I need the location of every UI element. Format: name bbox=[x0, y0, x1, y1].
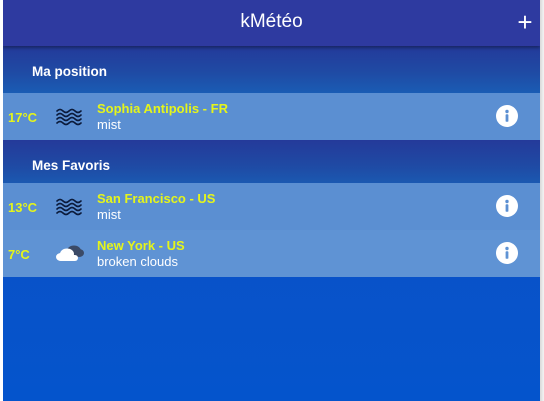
section-title: Ma position bbox=[32, 64, 107, 79]
city-name: New York - US bbox=[97, 238, 185, 253]
plus-icon: + bbox=[517, 7, 533, 37]
weather-description: mist bbox=[97, 117, 121, 132]
info-button[interactable] bbox=[496, 242, 518, 264]
location-row-current[interactable]: 17°C Sophia Antipolis - FR mist bbox=[3, 93, 540, 140]
mist-icon bbox=[54, 106, 86, 126]
add-location-button[interactable]: + bbox=[514, 9, 536, 35]
section-title: Mes Favoris bbox=[32, 158, 111, 173]
city-name: Sophia Antipolis - FR bbox=[97, 101, 228, 116]
temperature: 17°C bbox=[8, 110, 38, 125]
section-header-my-position: Ma position bbox=[3, 46, 540, 93]
info-button[interactable] bbox=[496, 195, 518, 217]
app-bar: kMétéo + bbox=[3, 0, 540, 46]
mist-icon bbox=[54, 196, 86, 216]
location-row-favorite[interactable]: 7°C New York - US broken clouds bbox=[3, 230, 540, 277]
info-icon bbox=[505, 199, 509, 212]
info-icon bbox=[505, 246, 509, 259]
location-row-favorite[interactable]: 13°C San Francisco - US mist bbox=[3, 183, 540, 230]
window-edge bbox=[540, 0, 544, 401]
app-screen: kMétéo + Ma position 17°C Sophia Antipol… bbox=[3, 0, 540, 401]
info-button[interactable] bbox=[496, 105, 518, 127]
app-title: kMétéo bbox=[240, 11, 303, 32]
section-header-favorites: Mes Favoris bbox=[3, 140, 540, 187]
temperature: 13°C bbox=[8, 200, 38, 215]
broken-clouds-icon bbox=[54, 243, 86, 263]
info-icon bbox=[505, 109, 509, 122]
weather-description: broken clouds bbox=[97, 254, 178, 269]
temperature: 7°C bbox=[8, 247, 30, 262]
city-name: San Francisco - US bbox=[97, 191, 216, 206]
weather-description: mist bbox=[97, 207, 121, 222]
